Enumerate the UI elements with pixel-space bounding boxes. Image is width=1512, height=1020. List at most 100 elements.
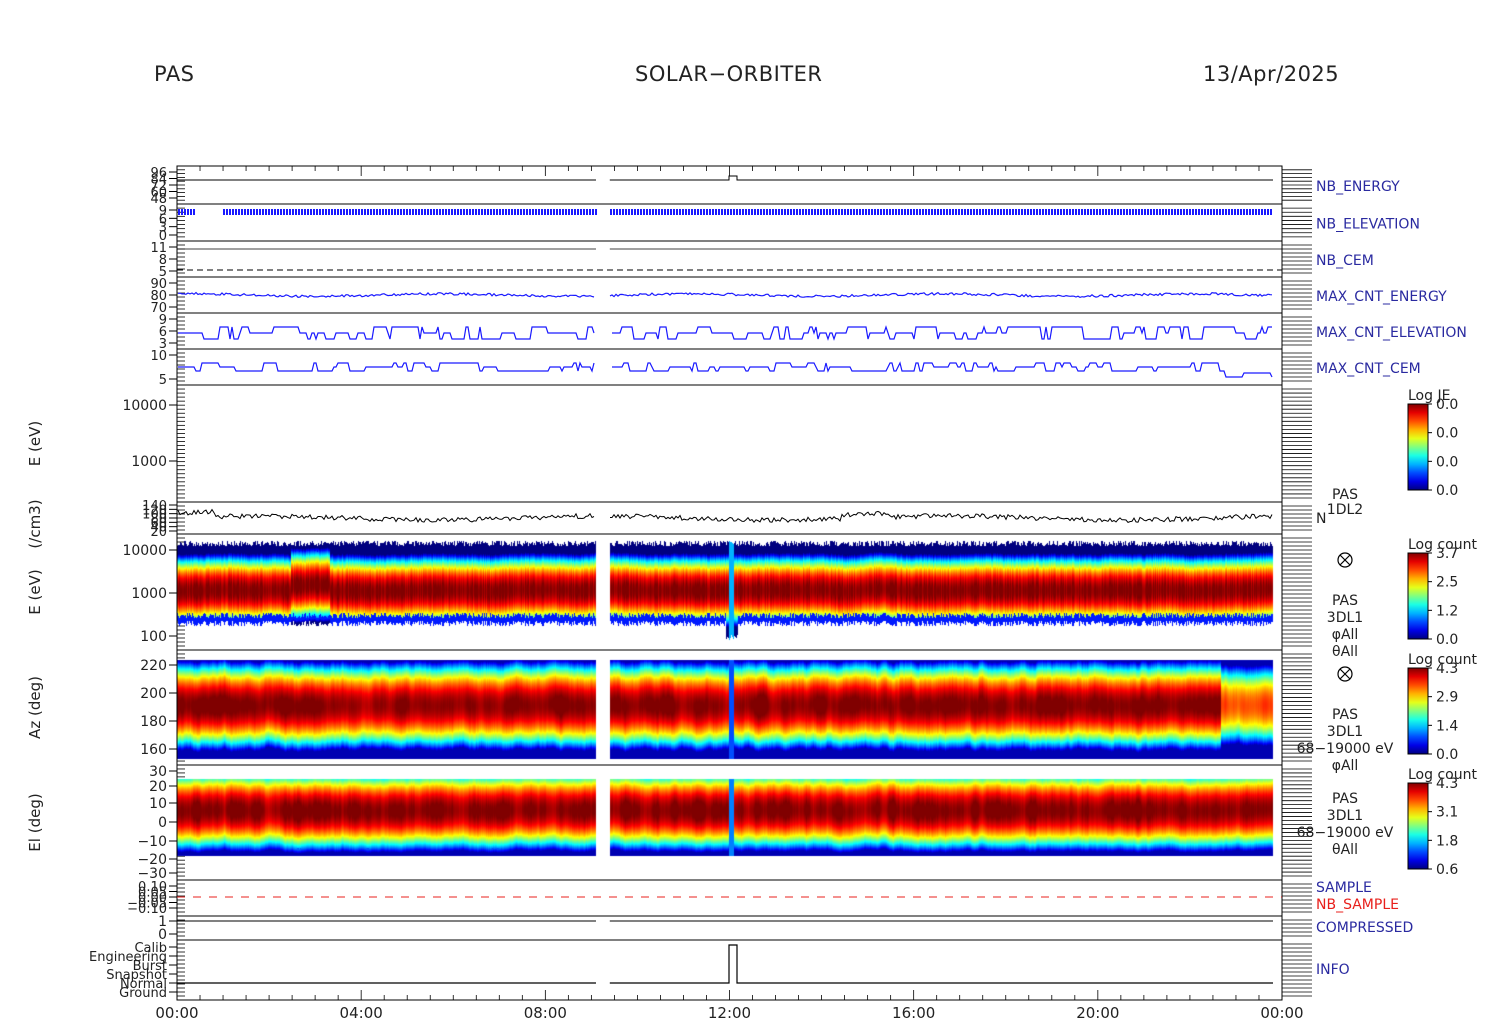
nb-elevation-mark (700, 209, 702, 215)
nb-elevation-mark (1198, 209, 1200, 215)
nb-elevation-mark (979, 209, 981, 215)
right-text-energy_spec: θAll (1332, 644, 1358, 660)
nb-elevation-mark (1078, 209, 1080, 215)
nb-elevation-mark (640, 209, 642, 215)
nb-elevation-mark (739, 209, 741, 215)
nb-elevation-mark (775, 209, 777, 215)
nb-elevation-mark (184, 209, 186, 215)
nb-elevation-mark (478, 209, 480, 215)
colorbar-tick-label: 0.0 (1436, 397, 1458, 413)
nb-elevation-mark (505, 209, 507, 215)
nb-elevation-mark (1039, 209, 1041, 215)
density-trace (177, 508, 1273, 523)
nb-elevation-mark (301, 209, 303, 215)
x-tick-label: 00:00 (1260, 1004, 1303, 1020)
nb-elevation-mark (358, 209, 360, 215)
nb-elevation-mark (802, 209, 804, 215)
nb-elevation-mark (292, 209, 294, 215)
nb-elevation-mark (1171, 209, 1173, 215)
nb-elevation-mark (610, 209, 612, 215)
colorbar-tick-label: 3.7 (1436, 546, 1458, 562)
nb-elevation-mark (871, 209, 873, 215)
nb-elevation-mark (403, 209, 405, 215)
nb-elevation-mark (1087, 209, 1089, 215)
nb-elevation-mark (298, 209, 300, 215)
panel-frame-sample (176, 879, 1283, 917)
nb-elevation-mark (223, 209, 225, 215)
nb-elevation-mark (748, 209, 750, 215)
nb-elevation-mark (238, 209, 240, 215)
nb-elevation-mark (622, 209, 624, 215)
nb-elevation-mark (412, 209, 414, 215)
nb-elevation-mark (724, 209, 726, 215)
nb-elevation-mark (193, 209, 195, 215)
energy-spectrogram (177, 534, 1282, 650)
nb-elevation-mark (592, 209, 594, 215)
y-tick-label: 160 (140, 742, 167, 758)
nb-elevation-mark (571, 209, 573, 215)
nb-elevation-mark (925, 209, 927, 215)
colorbar-tick-label: 0.0 (1436, 747, 1458, 763)
nb-elevation-mark (769, 209, 771, 215)
nb-elevation-mark (343, 209, 345, 215)
nb-elevation-mark (1156, 209, 1158, 215)
nb-elevation-mark (1114, 209, 1116, 215)
nb-elevation-mark (733, 209, 735, 215)
nb-elevation-mark (886, 209, 888, 215)
nb-elevation-mark (568, 209, 570, 215)
nb-elevation-mark (1228, 209, 1230, 215)
nb-elevation-mark (862, 209, 864, 215)
colorbar-box (1407, 403, 1429, 491)
info-trace (177, 944, 1273, 984)
nb-elevation-mark (856, 209, 858, 215)
nb-elevation-mark (790, 209, 792, 215)
nb-elevation-mark (1222, 209, 1224, 215)
nb-elevation-mark (787, 209, 789, 215)
nb-elevation-mark (460, 209, 462, 215)
nb-elevation-mark (361, 209, 363, 215)
y-tick-label: 1000 (131, 454, 167, 470)
nb-elevation-mark (1042, 209, 1044, 215)
nb-elevation-mark (1105, 209, 1107, 215)
nb-elevation-mark (919, 209, 921, 215)
right-label-max_cnt_elevation: MAX_CNT_ELEVATION (1316, 325, 1467, 341)
nb-elevation-mark (379, 209, 381, 215)
nb-elevation-mark (400, 209, 402, 215)
nb-elevation-mark (394, 209, 396, 215)
nb-elevation-mark (439, 209, 441, 215)
nb-elevation-mark (283, 209, 285, 215)
nb-elevation-mark (451, 209, 453, 215)
nb-elevation-mark (928, 209, 930, 215)
nb-elevation-mark (658, 209, 660, 215)
nb-elevation-mark (874, 209, 876, 215)
nb-elevation-mark (1159, 209, 1161, 215)
nb-elevation-mark (1144, 209, 1146, 215)
nb-elevation-mark (1030, 209, 1032, 215)
right-text-energy_spec: 3DL1 (1327, 610, 1363, 626)
nb-elevation-mark (1000, 209, 1002, 215)
nb-elevation-mark (481, 209, 483, 215)
right-text-azimuth_spec: PAS (1332, 707, 1358, 723)
nb-elevation-mark (502, 209, 504, 215)
nb-elevation-mark (1252, 209, 1254, 215)
nb-elevation-mark (895, 209, 897, 215)
nb-elevation-mark (1189, 209, 1191, 215)
nb-elevation-mark (649, 209, 651, 215)
nb-elevation-mark (1192, 209, 1194, 215)
colorbar-tick-label: 1.4 (1436, 718, 1458, 734)
nb-elevation-mark (907, 209, 909, 215)
nb-elevation-mark (442, 209, 444, 215)
density-right-label-2: 1DL2 (1327, 502, 1363, 518)
nb-elevation-mark (382, 209, 384, 215)
nb-elevation-mark (967, 209, 969, 215)
nb-elevation-mark (652, 209, 654, 215)
nb-elevation-mark (1261, 209, 1263, 215)
nb-elevation-mark (1246, 209, 1248, 215)
nb-elevation-mark (520, 209, 522, 215)
nb-elevation-mark (952, 209, 954, 215)
nb-elevation-mark (1258, 209, 1260, 215)
nb-elevation-mark (1009, 209, 1011, 215)
nb-elevation-mark (985, 209, 987, 215)
nb-elevation-mark (1162, 209, 1164, 215)
nb-elevation-mark (304, 209, 306, 215)
